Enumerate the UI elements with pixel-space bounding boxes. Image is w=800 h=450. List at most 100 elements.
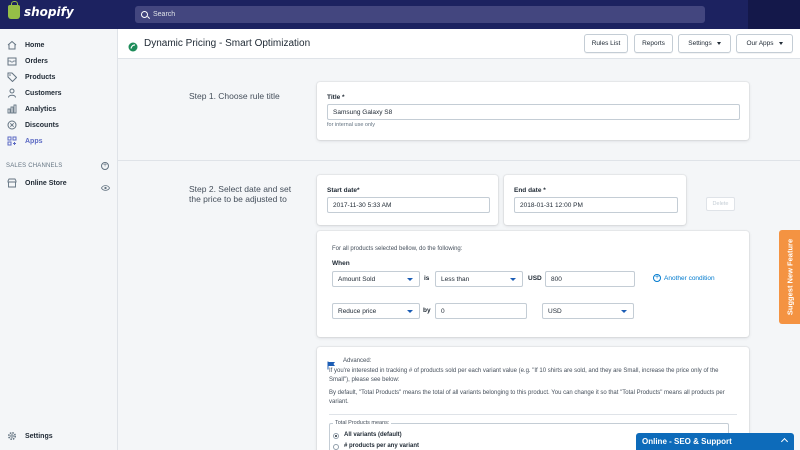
- settings-label: Settings: [688, 40, 712, 47]
- condition-field-select[interactable]: Amount Sold: [332, 271, 420, 287]
- advanced-title: Advanced:: [343, 358, 372, 364]
- end-date-input[interactable]: 2018-01-31 12:00 PM: [514, 197, 678, 213]
- sidebar-item-label: Settings: [25, 432, 53, 440]
- delete-label: Delete: [712, 201, 729, 207]
- eye-icon[interactable]: [100, 179, 111, 197]
- sidebar-item-apps[interactable]: Apps: [6, 135, 43, 147]
- account-area[interactable]: [748, 0, 800, 29]
- store-icon: [6, 178, 17, 188]
- brand-name: shopify: [24, 5, 74, 19]
- sidebar: Home Orders Products Customers Analytics…: [0, 29, 118, 450]
- reports-label: Reports: [642, 40, 665, 47]
- when-label: When: [332, 260, 350, 267]
- top-bar: shopify Search: [0, 0, 800, 29]
- discount-icon: [6, 120, 17, 130]
- chevron-down-icon: [621, 310, 627, 313]
- chevron-down-icon: [407, 310, 413, 313]
- by-value-input[interactable]: 0: [435, 303, 527, 319]
- our-apps-dropdown[interactable]: Our Apps: [736, 34, 793, 53]
- fieldset-legend: Total Products means:: [333, 419, 392, 428]
- chat-label: Online - SEO & Support: [642, 437, 732, 446]
- step2-label: Step 2. Select date and set the price to…: [189, 184, 292, 204]
- sidebar-item-analytics[interactable]: Analytics: [6, 103, 56, 115]
- apps-icon: [6, 136, 17, 146]
- app-header: Dynamic Pricing - Smart Optimization Rul…: [118, 29, 800, 59]
- orders-icon: [6, 56, 17, 66]
- chevron-down-icon: [716, 42, 721, 45]
- all-variants-radio[interactable]: [333, 433, 339, 439]
- bar-chart-icon: [6, 104, 17, 114]
- another-condition-link[interactable]: + Another condition: [653, 274, 715, 282]
- action-select[interactable]: Reduce price: [332, 303, 420, 319]
- by-label: by: [423, 307, 431, 314]
- rules-list-label: Rules List: [591, 40, 621, 47]
- delete-button[interactable]: Delete: [706, 197, 735, 211]
- title-input[interactable]: Samsung Galaxy S8: [327, 104, 740, 120]
- sidebar-item-orders[interactable]: Orders: [6, 55, 48, 67]
- chevron-down-icon: [407, 278, 413, 281]
- advanced-text-2: By default, "Total Products" means the t…: [329, 390, 725, 405]
- sidebar-item-label: Apps: [25, 137, 43, 145]
- home-icon: [6, 40, 17, 50]
- step1-label: Step 1. Choose rule title: [189, 91, 280, 101]
- search-placeholder: Search: [153, 11, 176, 18]
- end-date-value: 2018-01-31 12:00 PM: [520, 201, 583, 209]
- our-apps-label: Our Apps: [746, 40, 774, 47]
- sidebar-item-label: Orders: [25, 57, 48, 65]
- sidebar-item-label: Analytics: [25, 105, 57, 113]
- chevron-down-icon: [778, 42, 783, 45]
- conditions-intro: For all products selected bellow, do the…: [332, 246, 463, 252]
- start-date-card: Start date* 2017-11-30 5:33 AM: [317, 175, 498, 225]
- amount-value: 800: [551, 275, 562, 283]
- unit-select[interactable]: USD: [542, 303, 634, 319]
- action-value: Reduce price: [338, 307, 377, 315]
- per-variant-radio[interactable]: [333, 444, 339, 450]
- sidebar-item-customers[interactable]: Customers: [6, 87, 62, 99]
- amount-input[interactable]: 800: [545, 271, 635, 287]
- all-variants-label: All variants (default): [344, 432, 402, 438]
- title-help-text: for internal use only: [327, 122, 375, 128]
- another-condition-label: Another condition: [664, 274, 715, 282]
- add-circle-icon: +: [653, 274, 661, 282]
- tag-icon: [6, 72, 17, 82]
- per-variant-label: # products per any variant: [344, 443, 420, 449]
- by-value: 0: [441, 307, 445, 315]
- suggest-feature-tab[interactable]: Suggest New Feature: [779, 230, 800, 324]
- rules-list-button[interactable]: Rules List: [584, 34, 628, 53]
- condition-operator-value: Less than: [441, 275, 470, 283]
- advanced-text-1: If you're interested in tracking # of pr…: [329, 368, 719, 383]
- add-sales-channel-icon[interactable]: +: [101, 162, 109, 170]
- gear-icon: [6, 431, 17, 441]
- conditions-card: For all products selected bellow, do the…: [317, 231, 749, 337]
- condition-field-value: Amount Sold: [338, 275, 376, 283]
- sidebar-item-discounts[interactable]: Discounts: [6, 119, 59, 131]
- unit-value: USD: [548, 307, 562, 315]
- condition-operator-select[interactable]: Less than: [435, 271, 523, 287]
- search-input[interactable]: Search: [135, 6, 705, 23]
- sidebar-item-products[interactable]: Products: [6, 71, 55, 83]
- start-date-value: 2017-11-30 5:33 AM: [333, 201, 392, 209]
- person-icon: [6, 88, 17, 98]
- shopify-logo[interactable]: shopify: [8, 1, 74, 19]
- app-logo-icon: [128, 39, 138, 52]
- title-card: Title * Samsung Galaxy S8 for internal u…: [317, 82, 749, 140]
- support-chat-bar[interactable]: Online - SEO & Support: [636, 433, 794, 450]
- start-date-label: Start date*: [327, 187, 360, 194]
- page-title: Dynamic Pricing - Smart Optimization: [144, 38, 311, 49]
- sidebar-item-label: Home: [25, 41, 45, 49]
- start-date-input[interactable]: 2017-11-30 5:33 AM: [327, 197, 490, 213]
- settings-dropdown[interactable]: Settings: [678, 34, 731, 53]
- sidebar-item-label: Customers: [25, 89, 62, 97]
- shopify-bag-icon: [8, 1, 20, 19]
- sidebar-item-settings[interactable]: Settings: [6, 430, 53, 442]
- chevron-down-icon: [510, 278, 516, 281]
- chevron-up-icon: [780, 437, 789, 446]
- title-input-value: Samsung Galaxy S8: [333, 108, 393, 116]
- suggest-feature-label: Suggest New Feature: [785, 238, 794, 316]
- sidebar-item-online-store[interactable]: Online Store: [6, 177, 67, 189]
- reports-button[interactable]: Reports: [634, 34, 673, 53]
- currency-label: USD: [528, 275, 542, 282]
- sidebar-item-home[interactable]: Home: [6, 39, 44, 51]
- sidebar-item-label: Products: [25, 73, 56, 81]
- section-divider: [118, 160, 800, 161]
